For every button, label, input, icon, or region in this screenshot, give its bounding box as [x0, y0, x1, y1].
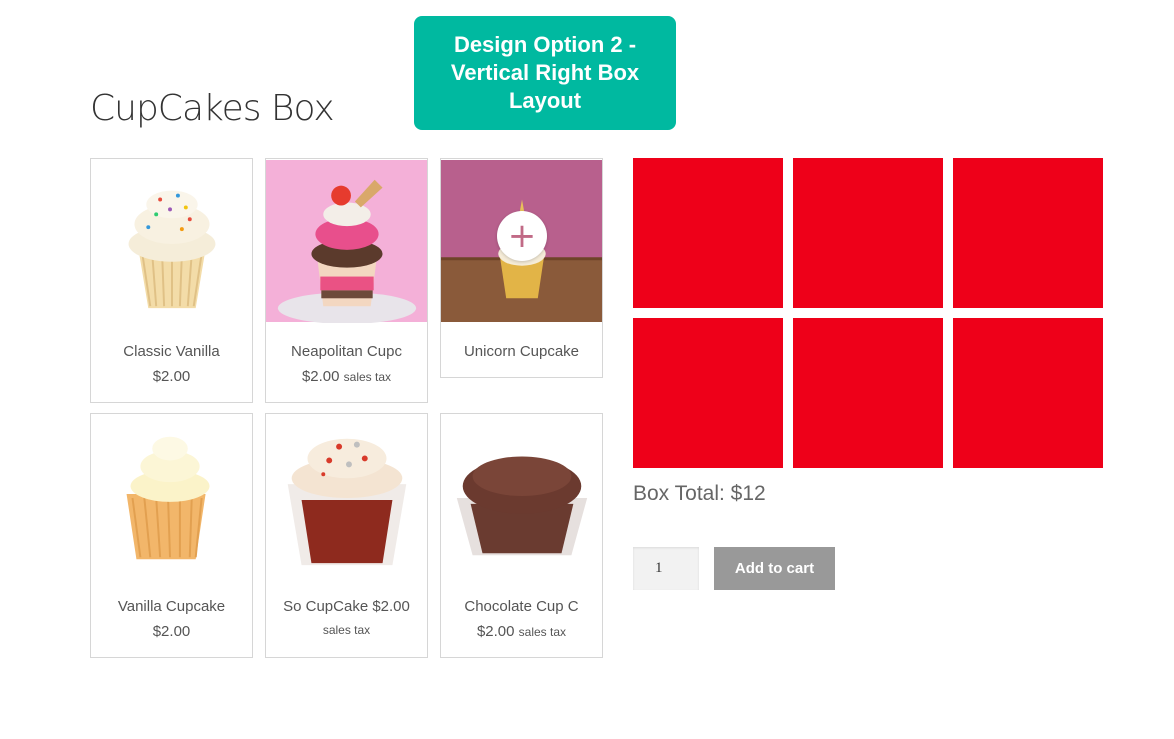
add-to-cart-button[interactable]: Add to cart — [714, 547, 835, 590]
product-price: $2.00 sales tax — [441, 623, 602, 640]
add-to-box-button[interactable]: + — [497, 211, 547, 261]
product-card-neapolitan[interactable]: Neapolitan Cupc $2.00 sales tax — [265, 158, 428, 403]
box-slot-6[interactable] — [953, 318, 1103, 468]
box-slot-1[interactable] — [633, 158, 783, 308]
price-value: $2.00 — [476, 623, 515, 640]
price-value: $2.00 — [301, 368, 340, 385]
product-name: Unicorn Cupcake — [463, 343, 580, 360]
box-slot-4[interactable] — [633, 318, 783, 468]
box-slot-5[interactable] — [793, 318, 943, 468]
product-name: Neapolitan Cupc — [291, 343, 402, 360]
price-value: $2.00 — [152, 623, 191, 640]
quantity-input[interactable] — [633, 547, 699, 590]
product-card-classic-vanilla[interactable]: Classic Vanilla $2.00 — [90, 158, 253, 403]
product-card-so-cupcake[interactable]: So CupCake $2.00 sales tax — [265, 413, 428, 658]
product-price: $2.00 sales tax — [266, 368, 427, 385]
product-price: $2.00 — [91, 623, 252, 640]
product-name: So CupCake $2.00 — [283, 598, 410, 615]
page-title: CupCakes Box — [90, 88, 335, 129]
product-card-vanilla-cupcake[interactable]: Vanilla Cupcake $2.00 — [90, 413, 253, 658]
product-card-chocolate[interactable]: Chocolate Cup C $2.00 sales tax — [440, 413, 603, 658]
cupcake-image — [266, 414, 427, 578]
cupcake-image — [91, 414, 252, 578]
cupcake-image — [266, 159, 427, 323]
tax-label: sales tax — [322, 623, 371, 637]
design-option-banner: Design Option 2 - Vertical Right Box Lay… — [414, 16, 676, 130]
tax-label: sales tax — [518, 625, 567, 639]
product-name: Vanilla Cupcake — [117, 598, 226, 615]
plus-icon: + — [507, 216, 537, 256]
product-name: Chocolate Cup C — [464, 598, 579, 615]
product-name: Classic Vanilla — [123, 343, 220, 360]
price-value: $2.00 — [152, 368, 191, 385]
product-card-unicorn[interactable]: + Unicorn Cupcake — [440, 158, 603, 378]
cupcake-image — [441, 414, 602, 578]
cupcake-image — [91, 159, 252, 323]
box-slot-3[interactable] — [953, 158, 1103, 308]
box-slot-2[interactable] — [793, 158, 943, 308]
box-total: Box Total: $12 — [633, 482, 766, 505]
cupcake-image: + — [441, 159, 602, 323]
product-price: $2.00 — [91, 368, 252, 385]
tax-label: sales tax — [343, 370, 392, 384]
